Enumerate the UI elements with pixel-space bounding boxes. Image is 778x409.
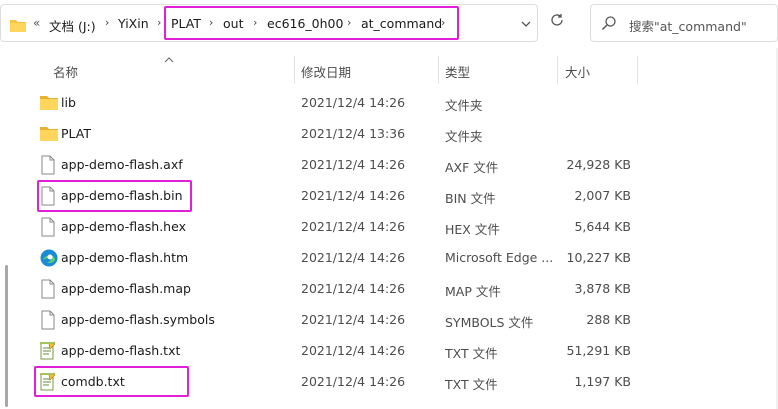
sort-ascending-icon bbox=[164, 55, 174, 66]
file-type: Microsoft Edge ... bbox=[445, 250, 554, 265]
file-date: 2021/12/4 14:26 bbox=[301, 250, 406, 265]
file-size: 288 KB bbox=[586, 312, 631, 327]
file-name: app-demo-flash.txt bbox=[61, 343, 181, 358]
file-type: 文件夹 bbox=[445, 129, 483, 144]
file-row[interactable]: app-demo-flash.hex 2021/12/4 14:26 HEX 文件 5… bbox=[0, 211, 760, 242]
file-size: 2,007 KB bbox=[574, 188, 631, 203]
file-date: 2021/12/4 14:26 bbox=[301, 188, 406, 203]
column-divider[interactable] bbox=[294, 56, 295, 84]
file-date: 2021/12/4 14:26 bbox=[301, 312, 406, 327]
file-type: TXT 文件 bbox=[445, 346, 498, 361]
file-name: app-demo-flash.axf bbox=[61, 157, 183, 172]
file-type: BIN 文件 bbox=[445, 191, 496, 206]
chevron-down-icon[interactable] bbox=[521, 18, 531, 31]
file-row[interactable]: lib 2021/12/4 14:26 文件夹 bbox=[0, 87, 760, 118]
column-divider[interactable] bbox=[637, 56, 638, 84]
column-date[interactable]: 修改日期 bbox=[301, 62, 351, 81]
file-name: app-demo-flash.hex bbox=[61, 219, 186, 234]
scrollbar[interactable] bbox=[5, 265, 8, 407]
file-size: 51,291 KB bbox=[566, 343, 631, 358]
file-date: 2021/12/4 14:26 bbox=[301, 95, 406, 110]
refresh-icon[interactable] bbox=[550, 12, 564, 31]
file-type: HEX 文件 bbox=[445, 222, 500, 237]
file-row[interactable]: app-demo-flash.axf 2021/12/4 14:26 AXF 文件 2… bbox=[0, 149, 760, 180]
file-icon bbox=[39, 217, 59, 237]
file-row[interactable]: app-demo-flash.htm 2021/12/4 14:26 Microso… bbox=[0, 242, 760, 273]
chevron-right-icon[interactable]: › bbox=[105, 16, 109, 29]
column-header-row: 名称 修改日期 类型 大小 bbox=[0, 54, 778, 84]
file-size: 3,878 KB bbox=[574, 281, 631, 296]
crumb-yixin[interactable]: YiXin bbox=[118, 16, 149, 31]
column-divider[interactable] bbox=[557, 56, 558, 84]
folder-icon bbox=[39, 93, 59, 113]
highlight-path-annotation bbox=[164, 6, 459, 40]
address-bar-row: « 文档 (J:) › YiXin › PLAT › out › ec616_0… bbox=[0, 0, 778, 48]
search-box[interactable]: 搜索"at_command" bbox=[590, 4, 778, 42]
file-icon bbox=[39, 155, 59, 175]
file-date: 2021/12/4 14:26 bbox=[301, 343, 406, 358]
file-name: app-demo-flash.map bbox=[61, 281, 191, 296]
file-name: PLAT bbox=[61, 126, 92, 141]
search-input[interactable]: 搜索"at_command" bbox=[629, 16, 747, 35]
file-size: 24,928 KB bbox=[566, 157, 631, 172]
file-icon bbox=[39, 310, 59, 330]
file-type: SYMBOLS 文件 bbox=[445, 315, 534, 330]
edge-icon bbox=[39, 248, 59, 268]
overflow-crumbs[interactable]: « bbox=[33, 16, 40, 30]
chevron-right-icon[interactable]: › bbox=[157, 16, 161, 29]
file-icon bbox=[39, 279, 59, 299]
file-type: 文件夹 bbox=[445, 98, 483, 113]
file-type: TXT 文件 bbox=[445, 377, 498, 392]
file-row[interactable]: app-demo-flash.map 2021/12/4 14:26 MAP 文件 3… bbox=[0, 273, 760, 304]
crumb-drive[interactable]: 文档 (J:) bbox=[49, 16, 96, 35]
file-type: AXF 文件 bbox=[445, 160, 499, 175]
file-size: 1,197 KB bbox=[574, 374, 631, 389]
folder-icon bbox=[9, 18, 27, 36]
search-icon bbox=[601, 15, 617, 34]
highlight-comdb-annotation bbox=[34, 366, 189, 397]
text-file-icon bbox=[39, 341, 59, 361]
file-row[interactable]: app-demo-flash.symbols 2021/12/4 14:26 SYM… bbox=[0, 304, 760, 335]
file-name: app-demo-flash.symbols bbox=[61, 312, 215, 327]
column-type[interactable]: 类型 bbox=[445, 62, 470, 81]
file-date: 2021/12/4 14:26 bbox=[301, 219, 406, 234]
column-size[interactable]: 大小 bbox=[565, 62, 590, 81]
file-date: 2021/12/4 14:26 bbox=[301, 281, 406, 296]
file-date: 2021/12/4 14:26 bbox=[301, 374, 406, 389]
file-date: 2021/12/4 14:26 bbox=[301, 157, 406, 172]
column-name[interactable]: 名称 bbox=[53, 62, 78, 81]
file-name: app-demo-flash.htm bbox=[61, 250, 189, 265]
folder-icon bbox=[39, 124, 59, 144]
file-name: lib bbox=[61, 95, 76, 110]
column-divider[interactable] bbox=[438, 56, 439, 84]
file-size: 5,644 KB bbox=[574, 219, 631, 234]
file-type: MAP 文件 bbox=[445, 284, 501, 299]
file-row[interactable]: app-demo-flash.txt 2021/12/4 14:26 TXT 文件 5… bbox=[0, 335, 760, 366]
file-row[interactable]: PLAT 2021/12/4 13:36 文件夹 bbox=[0, 118, 760, 149]
file-size: 10,227 KB bbox=[566, 250, 631, 265]
file-date: 2021/12/4 13:36 bbox=[301, 126, 406, 141]
highlight-bin-annotation bbox=[37, 180, 192, 212]
